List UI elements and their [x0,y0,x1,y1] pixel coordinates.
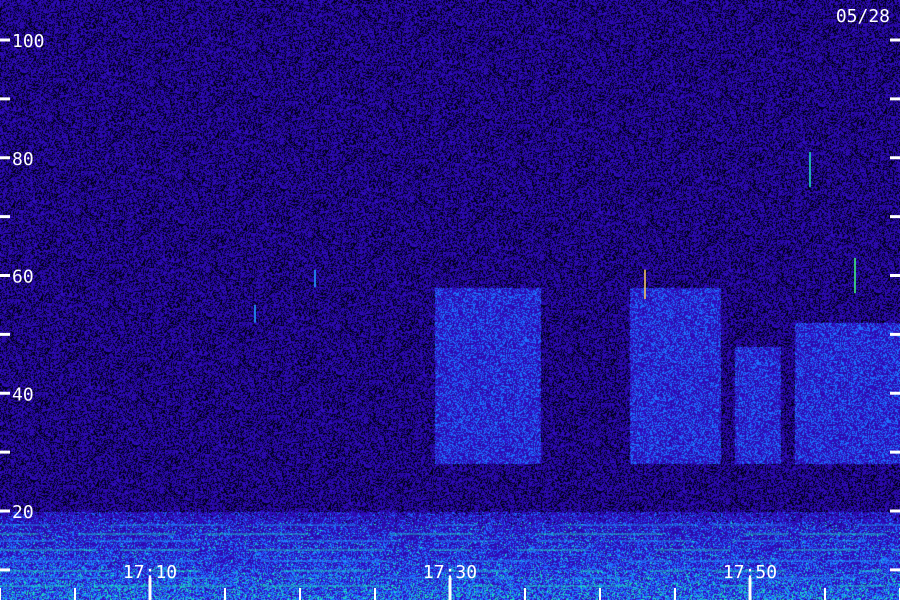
y-tick-label: 20 [12,502,34,523]
x-tick-label: 17:10 [123,562,177,583]
x-tick-label: 17:50 [723,562,777,583]
y-tick-label: 60 [12,267,34,288]
date-label: 05/28 [835,6,890,27]
y-tick-label: 40 [12,384,34,405]
y-tick-label: 80 [12,149,34,170]
y-tick-label: 100 [12,31,45,52]
chart-axes: 100 80 60 40 20 17:10 17:30 17:50 [0,31,900,600]
x-tick-label: 17:30 [423,562,477,583]
